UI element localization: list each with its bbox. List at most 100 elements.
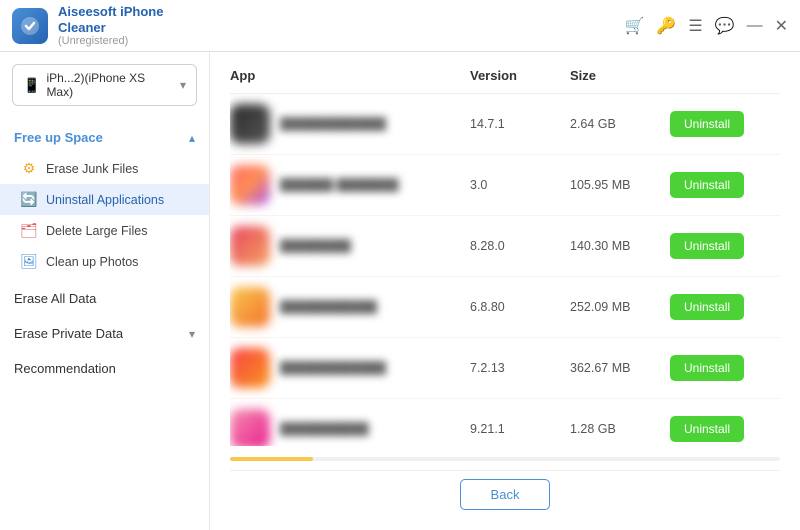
cell-action: Uninstall [670,233,780,259]
sidebar: 📱 iPh...2)(iPhone XS Max) ▾ Free up Spac… [0,52,210,530]
app-icon [230,287,270,327]
sidebar-section-free-up-space: Free up Space ▴ ⚙ Erase Junk Files 🔄 Uni… [0,122,209,277]
sidebar-section-header-free-up-space[interactable]: Free up Space ▴ [0,122,209,153]
cell-action: Uninstall [670,111,780,137]
table-body: ████████████ 14.7.1 2.64 GB Uninstall ██… [230,94,780,446]
app-info: ████████████ [230,104,470,144]
app-icon [230,165,270,205]
cell-version: 3.0 [470,178,570,192]
window-controls: 🛒 🔑 ☰ 💬 — ✕ [624,16,788,36]
app-name-text: ████████████ [280,117,386,131]
cell-size: 2.64 GB [570,117,670,131]
question-icon[interactable]: 🔑 [656,16,676,36]
table-row: ████████████ 7.2.13 362.67 MB Uninstall [230,338,780,399]
app-icon [230,348,270,388]
sidebar-item-label-clean-photos: Clean up Photos [46,255,138,269]
table-row: ██████████ 9.21.1 1.28 GB Uninstall [230,399,780,446]
uninstall-button[interactable]: Uninstall [670,294,744,320]
title-bar: Aiseesoft iPhone Cleaner (Unregistered) … [0,0,800,52]
chevron-down-icon: ▾ [180,78,186,92]
table-row: ████████████ 14.7.1 2.64 GB Uninstall [230,94,780,155]
bottom-bar: Back [230,470,780,514]
app-sub-title: (Unregistered) [58,35,624,47]
sidebar-item-label-erase-junk: Erase Junk Files [46,162,138,176]
cell-action: Uninstall [670,294,780,320]
sidebar-item-erase-all[interactable]: Erase All Data [0,281,209,316]
app-icon [230,104,270,144]
cleanup-icon: 🖼 [20,253,38,270]
col-header-action [670,68,780,83]
uninstall-button[interactable]: Uninstall [670,355,744,381]
app-info: ████████ [230,226,470,266]
phone-icon: 📱 [23,77,40,94]
cell-size: 1.28 GB [570,422,670,436]
app-table: App Version Size ████████████ 14.7.1 2.6… [230,68,780,470]
sidebar-item-erase-private[interactable]: Erase Private Data ▾ [0,316,209,351]
progress-bar-fill [230,457,313,461]
table-row: ████████ 8.28.0 140.30 MB Uninstall [230,216,780,277]
uninstall-button[interactable]: Uninstall [670,416,744,442]
app-info: ██████████ [230,409,470,446]
cell-action: Uninstall [670,416,780,442]
app-icon [230,409,270,446]
sidebar-label-recommendation: Recommendation [14,361,116,376]
sidebar-item-erase-junk[interactable]: ⚙ Erase Junk Files [0,153,209,184]
cell-version: 6.8.80 [470,300,570,314]
app-name-text: ████████ [280,239,351,253]
minimize-icon[interactable]: — [747,17,763,35]
menu-icon[interactable]: ☰ [688,16,702,36]
uninstall-icon: 🔄 [20,191,38,208]
chevron-up-icon: ▴ [189,131,195,145]
sidebar-label-erase-private: Erase Private Data [14,326,123,341]
cell-version: 8.28.0 [470,239,570,253]
uninstall-button[interactable]: Uninstall [670,172,744,198]
progress-bar-track [230,457,780,461]
back-button[interactable]: Back [460,479,551,510]
app-info: ██████ ███████ [230,165,470,205]
uninstall-button[interactable]: Uninstall [670,111,744,137]
app-title-block: Aiseesoft iPhone Cleaner (Unregistered) [58,4,624,47]
cell-size: 105.95 MB [570,178,670,192]
app-name-text: ██████ ███████ [280,178,399,192]
sidebar-item-label-delete-large: Delete Large Files [46,224,147,238]
table-row: ██████ ███████ 3.0 105.95 MB Uninstall [230,155,780,216]
cell-size: 140.30 MB [570,239,670,253]
sidebar-item-uninstall-apps[interactable]: 🔄 Uninstall Applications [0,184,209,215]
device-selector[interactable]: 📱 iPh...2)(iPhone XS Max) ▾ [12,64,197,106]
sidebar-item-label-uninstall-apps: Uninstall Applications [46,193,164,207]
cell-version: 14.7.1 [470,117,570,131]
table-row: ███████████ 6.8.80 252.09 MB Uninstall [230,277,780,338]
app-info: ███████████ [230,287,470,327]
col-header-app: App [230,68,470,83]
progress-area [230,456,780,462]
device-name: iPh...2)(iPhone XS Max) [46,71,174,99]
cart-icon[interactable]: 🛒 [624,16,644,36]
col-header-size: Size [570,68,670,83]
cell-action: Uninstall [670,355,780,381]
table-header: App Version Size [230,68,780,94]
cell-size: 252.09 MB [570,300,670,314]
app-name-text: ███████████ [280,300,377,314]
delete-icon: 🗂 [20,222,38,239]
app-name-text: ████████████ [280,361,386,375]
sidebar-item-delete-large[interactable]: 🗂 Delete Large Files [0,215,209,246]
cell-version: 9.21.1 [470,422,570,436]
app-logo [12,8,48,44]
chat-icon[interactable]: 💬 [715,16,735,36]
section-title-free-up-space: Free up Space [14,130,103,145]
app-name-text: ██████████ [280,422,369,436]
sidebar-item-clean-photos[interactable]: 🖼 Clean up Photos [0,246,209,277]
app-info: ████████████ [230,348,470,388]
cell-version: 7.2.13 [470,361,570,375]
cell-action: Uninstall [670,172,780,198]
app-name-line2: Cleaner [58,20,624,36]
cell-size: 362.67 MB [570,361,670,375]
content-area: App Version Size ████████████ 14.7.1 2.6… [210,52,800,530]
sidebar-label-erase-all: Erase All Data [14,291,96,306]
close-icon[interactable]: ✕ [775,16,788,36]
main-layout: 📱 iPh...2)(iPhone XS Max) ▾ Free up Spac… [0,52,800,530]
uninstall-button[interactable]: Uninstall [670,233,744,259]
app-icon [230,226,270,266]
app-name: Aiseesoft iPhone [58,4,624,20]
sidebar-item-recommendation[interactable]: Recommendation [0,351,209,386]
